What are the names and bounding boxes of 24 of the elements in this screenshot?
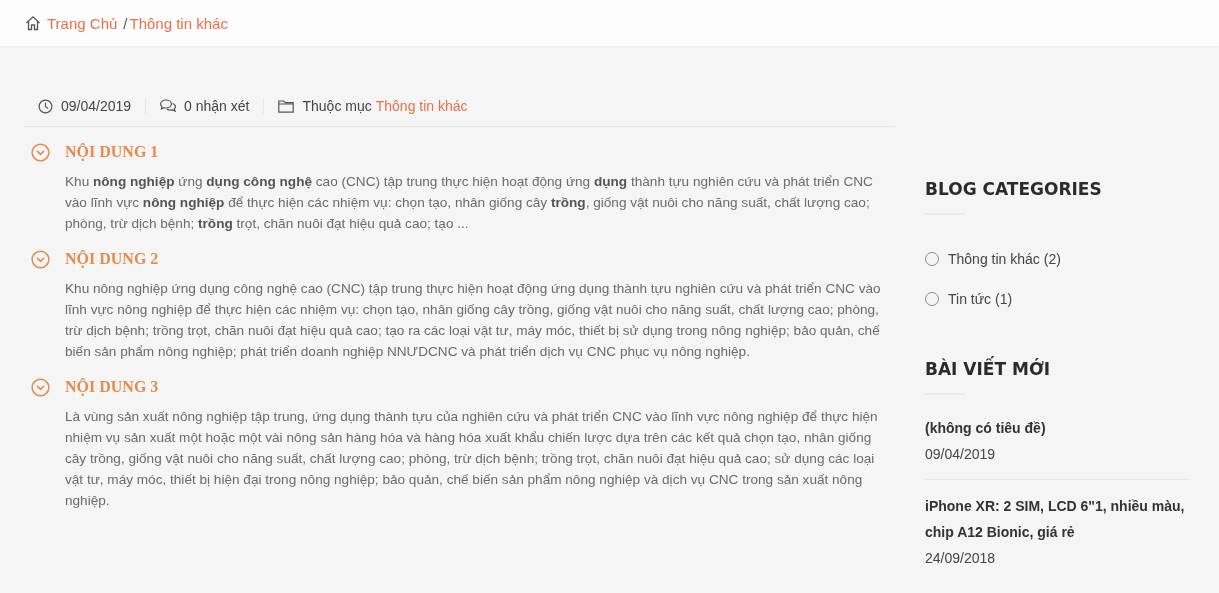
section-text: Khu nông nghiệp ứng dụng công nghệ cao (CNC) tập trung thực hiện hoạt động ứng dụng thành tựu nghiên cứu và phát triển CNC vào lĩnh vực nông nghiệp để thực hiện các nhiệm vụ: chọn tạo, nhân giống cây trồng, giống vật nuôi cho năng suất, chất lượng cao; phòng, trừ dịch bệnh; trồng trọt, chăn nuôi đạt hiệu quả cao; tạo ra các loại vật tư, máy móc, thiết bị sử dụng trong nông nghiệp; bảo quản, chế biến sản phẩm nông nghiệp; phát triển doanh nghiệp NNƯDCNC và phát triển dịch vụ CNC phục vụ nông nghiệp.: [65, 280, 882, 361]
post-title-link[interactable]: iPhone XR: 2 SIM, LCD 6"1, nhiều màu, chip A12 Bionic, giá rẻ: [925, 493, 1190, 545]
section-heading: NỘI DUNG 1: [65, 143, 159, 161]
post-date: 09/04/2019: [925, 445, 997, 464]
post-title-link[interactable]: (không có tiêu đề): [925, 415, 1190, 441]
comment-count: 0 nhận xét: [184, 98, 250, 114]
category-label: Thuộc mục: [302, 98, 372, 114]
chevron-circle-icon[interactable]: [31, 249, 50, 269]
folder-icon: [278, 99, 295, 113]
home-icon: [25, 15, 41, 31]
post-date: 24/09/2018: [925, 549, 997, 568]
category-link[interactable]: Thông tin khác (2): [948, 251, 1061, 267]
section-heading: NỘI DUNG 2: [65, 250, 159, 268]
section-text: Khu nông nghiệp ứng dụng công nghệ cao (CNC) tập trung thực hiện hoạt động ứng dụng thành tựu nghiên cứu và phát triển CNC vào lĩnh vực nông nghiệp để thực hiện các nhiệm vụ: chọn tạo, nhân giống cây trồng, giống vật nuôi cho năng suất, chất lượng cao; phòng, trừ dịch bệnh; trồng trọt, chăn nuôi đạt hiệu quả cao; tạo ...: [65, 173, 874, 233]
category-link[interactable]: Tin tức (1): [948, 291, 1013, 307]
breadcrumb-separator: /: [123, 14, 128, 32]
chevron-circle-icon[interactable]: [31, 377, 50, 397]
section-heading: NỘI DUNG 3: [65, 378, 159, 396]
chevron-circle-icon[interactable]: [31, 142, 50, 162]
comments-icon: [160, 99, 177, 113]
sidebar-heading: BLOG CATEGORIES: [925, 179, 1103, 201]
section-text: Là vùng sản xuất nông nghiệp tập trung, ứng dụng thành tựu của nghiên cứu và phát triển CNC vào lĩnh vực nông nghiệp để thực hiện nhiệm vụ sản xuất một hoặc một vài nông sản hàng hóa và hàng hóa xuất khẩu chiến lược dựa trên các kết quả chọn tạo, nhân giống cây trồng, giống vật nuôi cho năng suất, chất lượng cao; phòng, trừ dịch bệnh; trồng trọt, chăn nuôi đạt hiệu quả cao; sử dụng các loại vật tư, máy móc, thiết bị hiện đại trong nông nghiệp; bảo quản, chế biến sản phẩm nông nghiệp và dịch vụ CNC trong sản xuất nông nghiệp.: [65, 408, 879, 510]
clock-icon: [38, 98, 53, 114]
post-date: 09/04/2019: [61, 98, 132, 114]
